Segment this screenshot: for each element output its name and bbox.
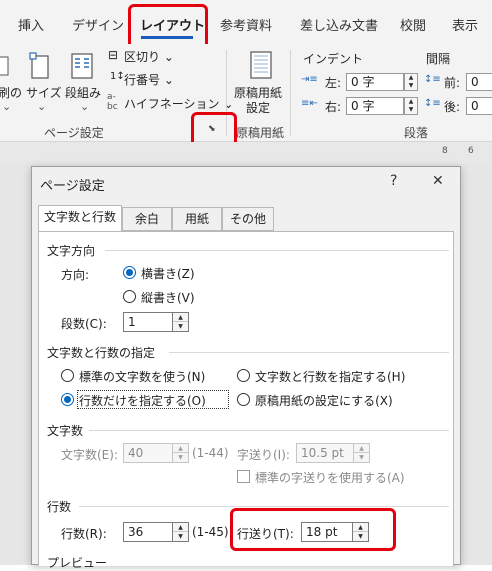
indent-right-label: 右: (325, 100, 342, 114)
vertical-radio[interactable] (123, 290, 136, 303)
lines-only-radio[interactable] (61, 393, 74, 406)
indent-right-icon: ≡⇤ (301, 98, 318, 109)
close-icon[interactable]: ✕ (432, 173, 444, 189)
horizontal-radio-label[interactable]: 横書き(Z) (141, 265, 195, 282)
horizontal-radio[interactable] (123, 266, 136, 279)
hyphenation-button[interactable]: ハイフネーション ⌄ (124, 95, 233, 112)
spacing-after-input[interactable]: 0 (466, 97, 492, 115)
char-count-input[interactable]: 40 (123, 443, 173, 463)
chars-and-lines-radio[interactable] (237, 369, 250, 382)
manuscript-label[interactable]: 原稿用紙の設定にする(X) (255, 392, 393, 409)
preview-section-title: プレビュー (47, 556, 108, 570)
line-count-input[interactable]: 36 (123, 522, 173, 542)
char-pitch-label: 字送り(I): (237, 448, 290, 462)
line-count-label: 行数(R): (61, 527, 107, 541)
direction-label: 方向: (61, 268, 90, 282)
tab-paper[interactable]: 用紙 (172, 207, 222, 231)
breaks-icon: ⊟ (108, 48, 119, 62)
indent-left-icon: ⇥≡ (301, 74, 318, 85)
char-count-spinner[interactable]: ▲ ▼ (173, 443, 189, 463)
chevron-down-icon: ⌄ (2, 100, 12, 113)
standard-chars-radio[interactable] (61, 369, 74, 382)
spacing-before-icon: ↕≡ (424, 74, 441, 85)
tab-design[interactable]: デザイン (72, 15, 124, 34)
line-numbers-icon: 1↕ (110, 71, 125, 82)
section-divider (105, 250, 449, 251)
spacing-header: 間隔 (426, 52, 451, 66)
tab-review[interactable]: 校閲 (400, 15, 426, 34)
indent-left-label: 左: (325, 76, 342, 90)
char-count-range: (1-44) (192, 446, 229, 460)
focus-indicator (77, 390, 229, 409)
page-setup-group-label: ページ設定 (44, 126, 104, 140)
page-size-icon (29, 52, 49, 79)
columns-label: 段数(C): (61, 317, 107, 331)
highlight-layout-tab (128, 4, 208, 49)
indent-right-input[interactable]: 0 字 (346, 97, 404, 115)
paragraph-group-label: 段落 (404, 126, 429, 140)
indent-left-input[interactable]: 0 字 (346, 73, 404, 91)
help-button[interactable]: ? (390, 173, 397, 189)
line-count-range: (1-45) (192, 525, 229, 539)
line-numbers-button[interactable]: 行番号 ⌄ (124, 71, 174, 88)
manuscript-paper-icon (250, 51, 272, 79)
section-divider (169, 352, 449, 353)
spacing-before-input[interactable]: 0 (466, 73, 492, 91)
section-divider (89, 430, 449, 431)
chevron-down-icon: ⌄ (80, 100, 90, 113)
manuscript-group-label: 原稿用紙 (236, 126, 285, 140)
indent-header: インデント (303, 52, 364, 66)
standard-chars-label[interactable]: 標準の文字数を使う(N) (79, 368, 205, 385)
char-pitch-input[interactable]: 10.5 pt (296, 443, 354, 463)
dialog-title: ページ設定 (40, 179, 105, 194)
manuscript-radio[interactable] (237, 393, 250, 406)
group-divider (290, 50, 291, 136)
indent-left-spinner[interactable]: ▲ ▼ (404, 73, 418, 91)
use-standard-pitch-label[interactable]: 標準の字送りを使用する(A) (255, 469, 405, 486)
page-setup-dialog: ページ設定 ? ✕ 文字数と行数 余白 用紙 その他 文字方向 方向: 横書き(… (31, 166, 461, 570)
char-count-label: 文字数(E): (61, 448, 118, 462)
chevron-down-icon: ⌄ (37, 100, 47, 113)
text-direction-section-title: 文字方向 (47, 244, 96, 258)
orientation-icon (0, 56, 9, 76)
columns-spinner[interactable]: ▲ ▼ (173, 312, 189, 332)
columns-icon (71, 53, 93, 79)
lines-section-title: 行数 (47, 500, 72, 514)
spacing-after-label: 後: (444, 100, 461, 114)
tab-other[interactable]: その他 (222, 207, 274, 231)
highlight-line-pitch (230, 508, 396, 551)
tab-references[interactable]: 参考資料 (220, 15, 272, 34)
tab-view[interactable]: 表示 (452, 15, 478, 34)
manuscript-button-label-2[interactable]: 設定 (246, 99, 270, 116)
tab-margins[interactable]: 余白 (122, 207, 172, 231)
size-button-label[interactable]: サイズ (26, 84, 62, 101)
section-divider (79, 506, 449, 507)
columns-button-label[interactable]: 段組み (65, 84, 101, 101)
vertical-radio-label[interactable]: 縦書き(V) (141, 289, 195, 306)
ruler (0, 142, 492, 164)
chars-section-title: 文字数 (47, 424, 84, 438)
grid-section-title: 文字数と行数の指定 (47, 346, 156, 360)
columns-input[interactable]: 1 (123, 312, 173, 332)
chars-and-lines-label[interactable]: 文字数と行数を指定する(H) (255, 368, 405, 385)
use-standard-pitch-checkbox[interactable] (237, 470, 250, 483)
char-pitch-spinner[interactable]: ▲ ▼ (354, 443, 370, 463)
hyphenation-icon: a‑ bc (107, 92, 118, 112)
tab-chars-lines[interactable]: 文字数と行数 (38, 205, 122, 232)
indent-right-spinner[interactable]: ▲ ▼ (404, 97, 418, 115)
spacing-after-icon: ↕≡ (424, 98, 441, 109)
ruler-number: 8 (442, 146, 448, 156)
breaks-button[interactable]: 区切り ⌄ (124, 48, 174, 65)
orientation-button-label[interactable]: 刷の (0, 84, 22, 101)
ribbon-panel: 刷の ⌄ サイズ ⌄ 段組み ⌄ ⊟ 区切り ⌄ 1↕ 行番号 ⌄ a‑ bc ハ… (0, 44, 492, 142)
ruler-number: 6 (468, 146, 474, 156)
spacing-before-label: 前: (444, 76, 461, 90)
tab-insert[interactable]: 挿入 (18, 15, 44, 34)
ribbon-tab-bar: 挿入 デザイン レイアウト 参考資料 差し込み文書 校閲 表示 (0, 0, 492, 44)
line-count-spinner[interactable]: ▲ ▼ (173, 522, 189, 542)
tab-mailings[interactable]: 差し込み文書 (300, 15, 378, 34)
